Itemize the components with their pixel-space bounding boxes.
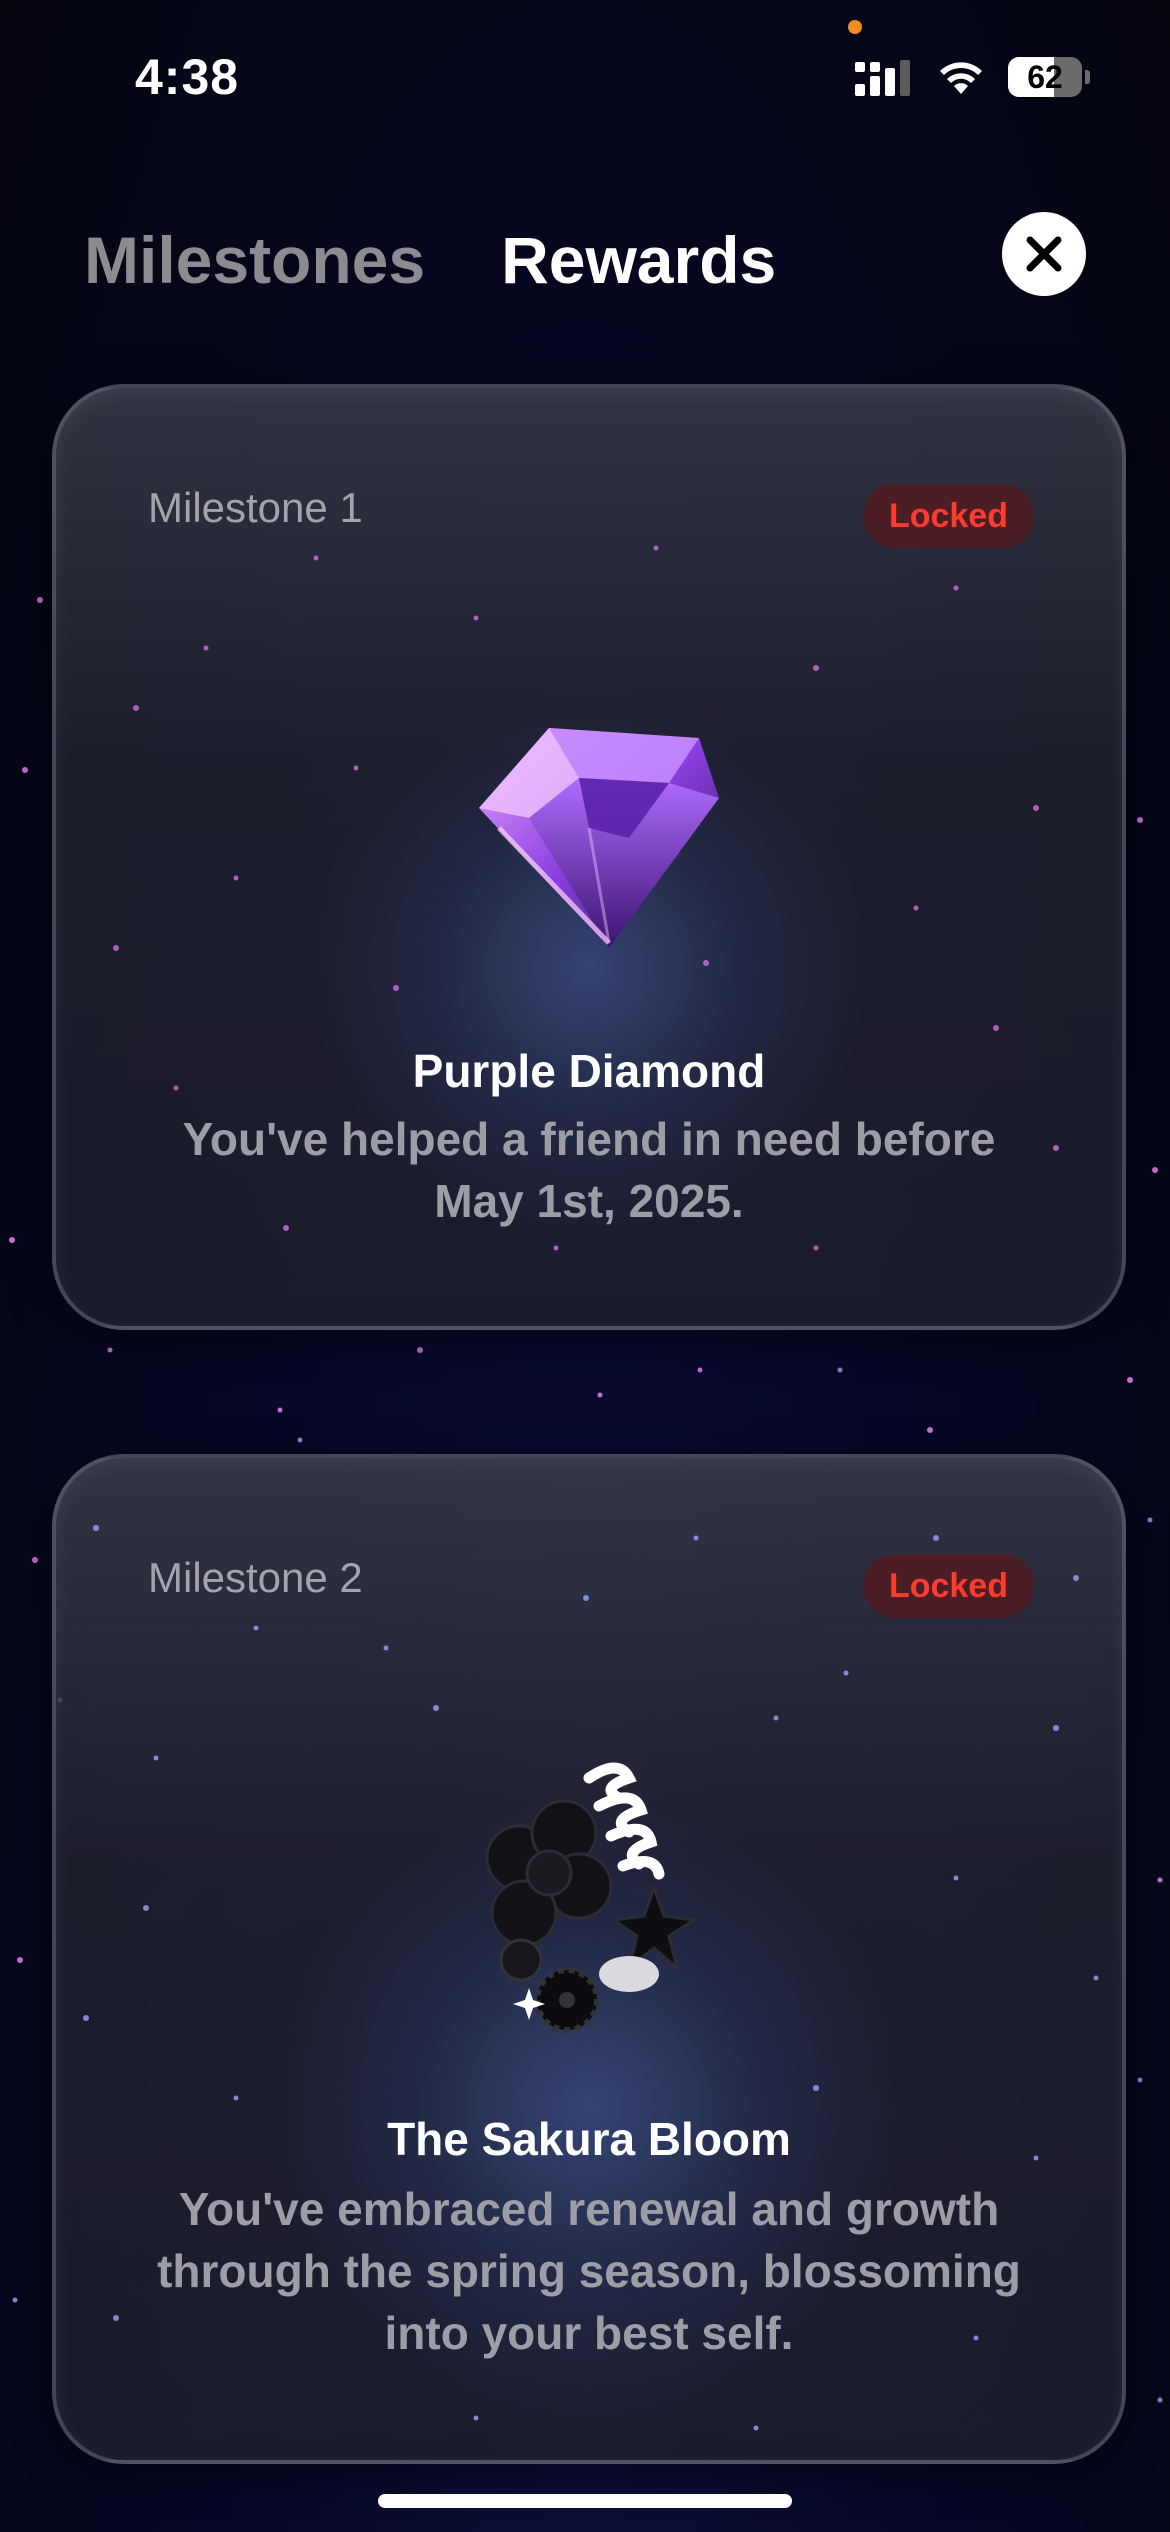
milestone-label: Milestone 1 [148,484,363,531]
locked-badge: Locked [862,1554,1034,1618]
tab-rewards[interactable]: Rewards [501,222,776,298]
tab-milestones[interactable]: Milestones [84,222,425,298]
segmented-tabs: Milestones Rewards [84,215,776,305]
sakura-bloom-icon [485,1762,699,2033]
home-indicator[interactable] [378,2494,792,2508]
milestone-label: Milestone 2 [148,1554,363,1601]
close-button[interactable] [1002,212,1086,296]
close-icon [1026,236,1062,272]
battery-icon: 62 [1008,57,1090,97]
locked-badge: Locked [862,484,1034,548]
cellular-signal-icon [855,60,910,96]
reward-description: You've helped a friend in need before Ma… [182,1113,996,1227]
reward-card[interactable]: Milestone 2 Locked The Sakura Bloom You' [52,1454,1126,2464]
reward-title: The Sakura Bloom [387,2113,791,2165]
reward-title: Purple Diamond [412,1045,766,1097]
battery-level: 62 [1027,59,1063,95]
status-time: 4:38 [135,49,240,105]
privacy-indicator-dot [848,20,862,34]
reward-card[interactable]: Milestone 1 Locked Purple Diamond You've… [52,384,1126,1330]
wifi-icon [940,62,982,94]
reward-description: You've embraced renewal and growth throu… [157,2183,1021,2359]
purple-diamond-icon [479,728,719,948]
status-bar: 4:38 62 [0,0,1170,150]
